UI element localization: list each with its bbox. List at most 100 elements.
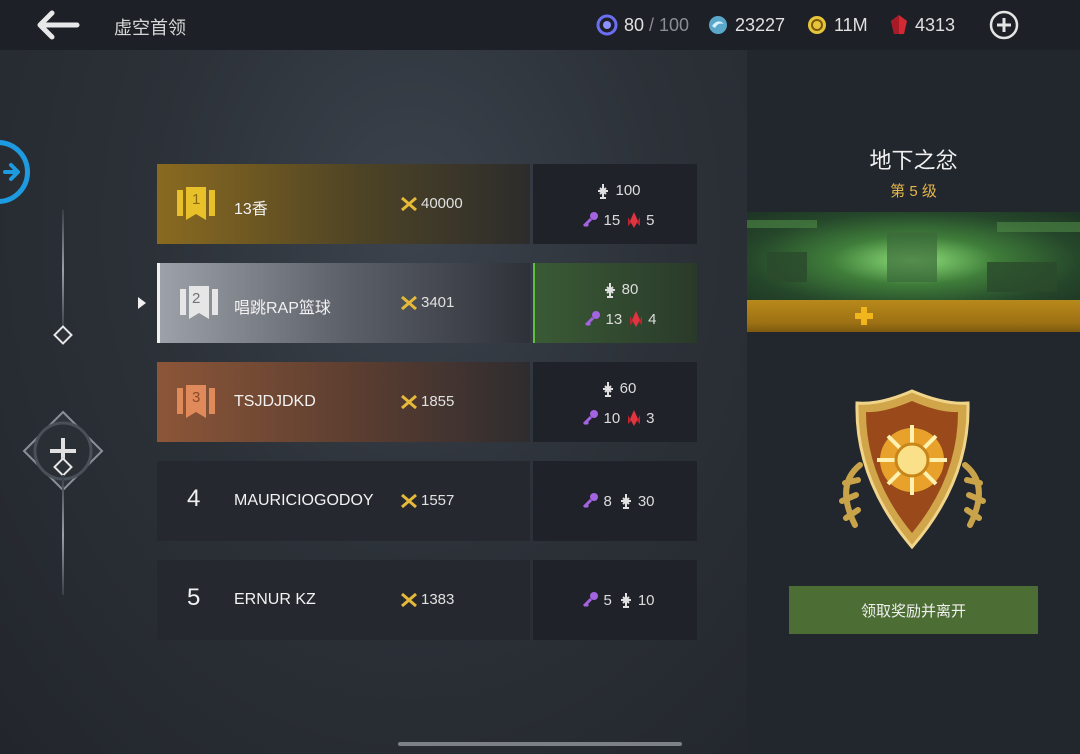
orb-value: 23227 xyxy=(735,14,786,35)
purple-key-icon xyxy=(583,410,599,426)
reward-points: 100 xyxy=(533,182,697,199)
energy-current: 80 xyxy=(624,14,645,35)
void-energy-icon xyxy=(596,14,618,36)
crossed-swords-icon xyxy=(401,394,417,409)
rank-number: 3 xyxy=(192,389,201,406)
reward-points: 60 xyxy=(533,380,697,397)
laurel-shield-emblem-icon xyxy=(839,389,986,550)
row-rewards: 80 13 4 xyxy=(533,263,697,343)
scroll-indicator[interactable] xyxy=(398,742,682,746)
key-count: 13 xyxy=(605,310,623,328)
orb-counter: 23227 xyxy=(707,13,785,37)
player-name: 唱跳RAP篮球 xyxy=(234,300,331,317)
player-name: MAURICIOGODOY xyxy=(234,492,374,509)
gem-counter: 4313 xyxy=(889,13,955,37)
row-rewards: 100 15 5 xyxy=(533,164,697,244)
leaderboard-row-1[interactable]: 1 13香 40000 100 15 5 xyxy=(157,164,697,244)
player-score: 1557 xyxy=(400,492,454,509)
score-value: 1383 xyxy=(421,591,455,608)
leaderboard-row-4[interactable]: 4 MAURICIOGODOY 1557 8 30 xyxy=(157,461,697,541)
reward-points: 80 xyxy=(535,281,699,298)
purple-key-icon xyxy=(583,212,599,228)
player-name: ERNUR KZ xyxy=(234,591,316,608)
page-title: 虚空首领 xyxy=(114,18,186,38)
key-count: 10 xyxy=(603,409,621,427)
reward-items: 10 3 xyxy=(533,409,697,427)
tower-icon xyxy=(620,494,631,509)
player-score: 1383 xyxy=(400,591,454,608)
player-score: 1855 xyxy=(400,393,454,410)
red-crystal-icon xyxy=(628,410,641,426)
add-currency-icon[interactable] xyxy=(989,10,1019,40)
claim-reward-button[interactable]: 领取奖励并离开 xyxy=(789,586,1038,634)
level-track-upper xyxy=(62,210,64,330)
red-crystal-icon xyxy=(628,212,641,228)
leaderboard-row-3[interactable]: 3 TSJDJDKD 1855 60 10 3 xyxy=(157,362,697,442)
reward-points-value: 100 xyxy=(615,182,641,199)
reward-items: 15 5 xyxy=(533,211,697,229)
swirl-orb-icon xyxy=(709,16,727,34)
red-gem-icon xyxy=(891,15,907,34)
reward-points-value: 60 xyxy=(619,380,637,397)
reward-points-value: 30 xyxy=(637,492,655,510)
key-count: 15 xyxy=(603,211,621,229)
side-nav-button[interactable] xyxy=(0,140,30,204)
crossed-swords-icon xyxy=(401,592,417,607)
rank-number: 1 xyxy=(192,191,201,208)
crystal-count: 5 xyxy=(646,211,655,229)
level-track-lower xyxy=(62,475,64,595)
gem-value: 4313 xyxy=(915,14,956,35)
reward-items: 8 30 xyxy=(533,492,697,510)
arrow-right-icon xyxy=(3,163,20,181)
reward-items: 13 4 xyxy=(535,310,699,328)
crystal-count: 4 xyxy=(648,310,657,328)
back-arrow-icon[interactable] xyxy=(36,10,80,40)
crossed-swords-icon xyxy=(401,295,417,310)
key-count: 8 xyxy=(603,492,612,510)
row-rewards: 5 10 xyxy=(533,560,697,640)
player-name: 13香 xyxy=(234,201,268,218)
rank-number: 5 xyxy=(187,584,201,611)
dungeon-scene-icon xyxy=(747,220,1080,292)
crossed-swords-icon xyxy=(401,196,417,211)
level-node-upper[interactable] xyxy=(53,325,73,345)
crystal-count: 3 xyxy=(646,409,655,427)
row-main: 5 ERNUR KZ 1383 xyxy=(157,560,530,640)
rank-number: 2 xyxy=(192,290,201,307)
player-score: 40000 xyxy=(400,195,463,212)
leaderboard-row-5[interactable]: 5 ERNUR KZ 1383 5 10 xyxy=(157,560,697,640)
reward-points-value: 10 xyxy=(637,591,655,609)
reward-items: 5 10 xyxy=(533,591,697,609)
row-rewards: 8 30 xyxy=(533,461,697,541)
rank-number: 4 xyxy=(187,485,201,512)
gold-value: 11M xyxy=(834,14,868,35)
score-value: 1855 xyxy=(421,393,455,410)
gold-coin-icon xyxy=(808,16,826,34)
score-value: 3401 xyxy=(421,294,455,311)
row-main: 1 13香 40000 xyxy=(157,164,530,244)
gold-cross-icon xyxy=(855,307,873,325)
energy-max: / 100 xyxy=(649,14,690,35)
dungeon-preview-image xyxy=(747,212,1080,300)
score-value: 1557 xyxy=(421,492,455,509)
score-value: 40000 xyxy=(421,195,463,212)
red-crystal-icon xyxy=(630,311,643,327)
reward-points-value: 80 xyxy=(621,281,639,298)
row-main: 4 MAURICIOGODOY 1557 xyxy=(157,461,530,541)
energy-counter: 80 / 100 xyxy=(596,13,689,37)
tower-icon xyxy=(602,381,613,397)
top-bar: 虚空首领 80 / 100 23227 11M 4313 xyxy=(0,0,1080,50)
row-main: 3 TSJDJDKD 1855 xyxy=(157,362,530,442)
selected-row-indicator xyxy=(138,297,146,309)
purple-key-icon xyxy=(585,311,601,327)
dungeon-title: 地下之忿 xyxy=(869,148,958,173)
leaderboard-row-2[interactable]: 2 唱跳RAP篮球 3401 80 13 4 xyxy=(157,263,697,343)
crossed-swords-icon xyxy=(401,493,417,508)
reward-progress-bar xyxy=(747,300,1080,332)
key-count: 5 xyxy=(603,591,612,609)
gold-counter: 11M xyxy=(806,13,868,37)
player-name: TSJDJDKD xyxy=(234,393,316,410)
tower-icon xyxy=(604,282,615,298)
tower-icon xyxy=(598,183,609,199)
dungeon-level: 第 5 级 xyxy=(890,183,937,200)
